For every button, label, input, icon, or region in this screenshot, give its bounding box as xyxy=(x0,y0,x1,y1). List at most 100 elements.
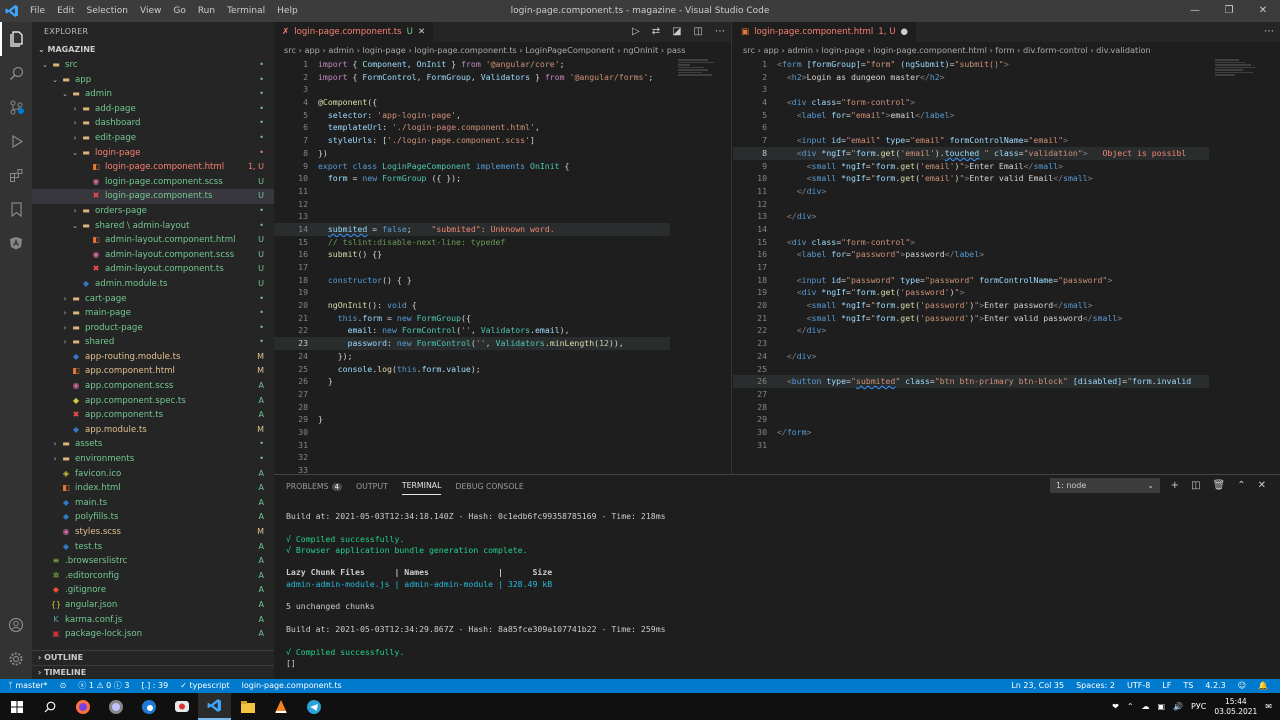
minimap[interactable] xyxy=(1215,58,1263,98)
account-icon[interactable] xyxy=(0,608,32,642)
breadcrumb-item[interactable]: admin xyxy=(328,45,354,55)
breadcrumb-item[interactable]: app xyxy=(304,45,319,55)
code-line[interactable]: 31 xyxy=(733,439,1209,452)
minimize-icon[interactable]: — xyxy=(1178,0,1212,22)
file-explorer-icon[interactable] xyxy=(231,693,264,720)
tree-item[interactable]: ⌄ ▬ src • xyxy=(32,58,274,73)
minimap[interactable] xyxy=(678,58,726,98)
code-line[interactable]: 5 <label for="email">email</label> xyxy=(733,109,1209,122)
code-line[interactable]: 11 xyxy=(274,185,670,198)
chat-app-icon[interactable] xyxy=(165,693,198,720)
tree-item[interactable]: ⌄ ▬ shared \ admin-layout • xyxy=(32,219,274,234)
run-debug-icon[interactable] xyxy=(0,124,32,158)
code-line[interactable]: 17 xyxy=(274,261,670,274)
code-line[interactable]: 20 <small *ngIf="form.get('password')">E… xyxy=(733,299,1209,312)
tree-item[interactable]: ⌄ ▬ login-page • xyxy=(32,146,274,161)
edge-icon[interactable] xyxy=(132,693,165,720)
code-line[interactable]: 17 xyxy=(733,261,1209,274)
code-line[interactable]: 4 @Component({ xyxy=(274,96,670,109)
breadcrumb-item[interactable]: src xyxy=(284,45,296,55)
tree-item[interactable]: Kkarma.conf.js A xyxy=(32,613,274,628)
breadcrumb-item[interactable]: app xyxy=(763,45,778,55)
timeline-section[interactable]: › TIMELINE xyxy=(32,665,274,679)
terminal-select[interactable]: 1: node ⌄ xyxy=(1050,478,1160,493)
code-line[interactable]: 15 // tslint:disable-next-line: typedef xyxy=(274,236,670,249)
tree-item[interactable]: › ▬ assets • xyxy=(32,437,274,452)
code-line[interactable]: 18 <input id="password" type="password" … xyxy=(733,274,1209,287)
terminal-output[interactable]: Build at: 2021-05-03T12:34:18.140Z - Has… xyxy=(286,511,666,669)
tree-item[interactable]: ◉ styles.scss M xyxy=(32,525,274,540)
code-line[interactable]: 3 xyxy=(733,83,1209,96)
breadcrumb-item[interactable]: ngOnInit xyxy=(623,45,658,55)
vlc-icon[interactable] xyxy=(264,693,297,720)
tree-item[interactable]: {} angular.json A xyxy=(32,598,274,613)
code-line[interactable]: 16 <label for="password">password</label… xyxy=(733,248,1209,261)
cloud-icon[interactable]: ☁ xyxy=(1142,702,1150,711)
tree-item[interactable]: › ▬ orders-page • xyxy=(32,204,274,219)
tab-debug-console[interactable]: DEBUG CONSOLE xyxy=(455,482,523,491)
tree-item[interactable]: ◆ test.ts A xyxy=(32,540,274,555)
tree-item[interactable]: › ▬ edit-page • xyxy=(32,131,274,146)
tree-item[interactable]: ◉ admin-layout.component.scss U xyxy=(32,248,274,263)
code-line[interactable]: 26 } xyxy=(274,375,670,388)
firefox-icon[interactable] xyxy=(66,693,99,720)
code-line[interactable]: 22 email: new FormControl('', Validators… xyxy=(274,324,670,337)
code-line[interactable]: 19 xyxy=(274,286,670,299)
breadcrumb-item[interactable]: form xyxy=(995,45,1014,55)
code-line[interactable]: 2 <h2>Login as dungeon master</h2> xyxy=(733,71,1209,84)
split-editor-icon[interactable]: ◫ xyxy=(694,22,703,42)
tree-item[interactable]: ◉ app.component.scss A xyxy=(32,379,274,394)
problems-indicator[interactable]: ⓧ 1 ⚠ 0 ⓘ 3 xyxy=(78,679,129,693)
restore-icon[interactable]: ❐ xyxy=(1212,0,1246,22)
tree-item[interactable]: ✲ .editorconfig A xyxy=(32,569,274,584)
code-line[interactable]: 32 xyxy=(274,451,670,464)
tree-item[interactable]: › ▬ shared • xyxy=(32,335,274,350)
code-line[interactable]: 30 xyxy=(274,426,670,439)
encoding[interactable]: UTF-8 xyxy=(1127,679,1150,693)
menu-terminal[interactable]: Terminal xyxy=(221,0,271,22)
tree-item[interactable]: ⌄ ▬ app • xyxy=(32,73,274,88)
cursor-position[interactable]: Ln 23, Col 35 xyxy=(1011,679,1064,693)
sync-icon[interactable]: ⊙ xyxy=(60,679,67,693)
branch-indicator[interactable]: ᛉ master* xyxy=(8,679,48,693)
outline-section[interactable]: › OUTLINE xyxy=(32,650,274,664)
tree-item[interactable]: ◆ app.component.spec.ts A xyxy=(32,394,274,409)
code-line[interactable]: 19 <div *ngIf="form.get('password')"> xyxy=(733,286,1209,299)
code-line[interactable]: 12 xyxy=(733,198,1209,211)
selection-indicator[interactable]: [.] : 39 xyxy=(141,679,168,693)
bookmark-icon[interactable] xyxy=(0,192,32,226)
code-line[interactable]: 26 <button type="submited" class="btn bt… xyxy=(733,375,1209,388)
project-header[interactable]: ⌄ MAGAZINE xyxy=(32,42,274,58)
maximize-panel-icon[interactable]: ⌃ xyxy=(1237,475,1245,497)
tab-terminal[interactable]: TERMINAL xyxy=(401,478,442,495)
code-area[interactable]: 1 <form [formGroup]="form" (ngSubmit)="su… xyxy=(733,58,1280,451)
menu-file[interactable]: File xyxy=(24,0,51,22)
tree-item[interactable]: ✖ app.component.ts A xyxy=(32,408,274,423)
menu-view[interactable]: View xyxy=(134,0,167,22)
source-control-icon[interactable] xyxy=(0,90,32,124)
code-line[interactable]: 15 <div class="form-control"> xyxy=(733,236,1209,249)
tree-item[interactable]: ◧ admin-layout.component.html U xyxy=(32,233,274,248)
code-line[interactable]: 27 xyxy=(733,388,1209,401)
settings-gear-icon[interactable] xyxy=(0,642,32,676)
tab-login-page-html[interactable]: ▣ login-page.component.html 1, U ● xyxy=(733,22,917,42)
windows-start-icon[interactable] xyxy=(0,693,33,720)
tab-problems[interactable]: PROBLEMS 4 xyxy=(286,482,343,491)
tree-item[interactable]: ◆ app.module.ts M xyxy=(32,423,274,438)
code-line[interactable]: 14 xyxy=(733,223,1209,236)
code-line[interactable]: 27 xyxy=(274,388,670,401)
tab-login-page-ts[interactable]: ✗ login-page.component.ts U ✕ xyxy=(274,22,434,42)
code-line[interactable]: 11 </div> xyxy=(733,185,1209,198)
code-line[interactable]: 18 constructor() { } xyxy=(274,274,670,287)
code-line[interactable]: 16 submit() {} xyxy=(274,248,670,261)
menu-selection[interactable]: Selection xyxy=(81,0,134,22)
breadcrumb-item[interactable]: div.form-control xyxy=(1023,45,1088,55)
trash-icon[interactable]: 🗑 xyxy=(1213,475,1226,497)
code-line[interactable]: 23 xyxy=(733,337,1209,350)
tree-item[interactable]: › ▬ dashboard • xyxy=(32,116,274,131)
tree-item[interactable]: › ▬ cart-page • xyxy=(32,292,274,307)
code-line[interactable]: 10 <small *ngIf="form.get('email')">Ente… xyxy=(733,172,1209,185)
code-line[interactable]: 25 xyxy=(733,363,1209,376)
telegram-icon[interactable] xyxy=(297,693,330,720)
breadcrumb-item[interactable]: login-page.component.ts xyxy=(414,45,516,55)
